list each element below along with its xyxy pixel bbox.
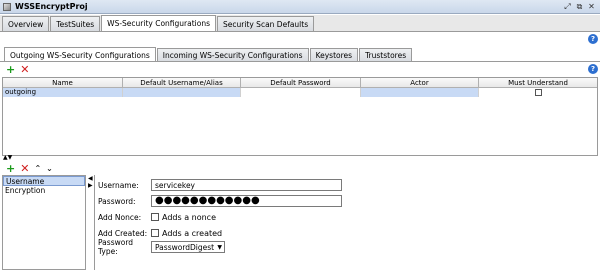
remove-entry-icon[interactable]: ✕ <box>20 163 29 174</box>
add-created-checkbox[interactable] <box>151 229 159 237</box>
tab-ws-security-configurations[interactable]: WS-Security Configurations <box>101 15 216 31</box>
outgoing-toolbar: + ✕ <box>6 63 29 75</box>
collapse-left-icon[interactable]: ◀ <box>88 175 93 182</box>
sub-tab-bar: Outgoing WS-Security Configurations Inco… <box>4 47 413 62</box>
add-nonce-checkbox[interactable] <box>151 213 159 221</box>
chevron-down-icon[interactable]: ▼ <box>217 242 222 253</box>
detach-icon[interactable]: ⧉ <box>575 2 584 11</box>
list-item-username[interactable]: Username <box>3 176 85 186</box>
outgoing-config-table: Name Default Username/Alias Default Pass… <box>2 77 598 156</box>
column-header-name[interactable]: Name <box>3 78 123 87</box>
main-tab-bar: Overview TestSuites WS-Security Configur… <box>0 15 600 32</box>
splitter-arrows-icon[interactable]: ▲▼ <box>3 155 12 161</box>
help-icon[interactable]: ? <box>588 34 598 44</box>
cell-actor[interactable] <box>361 88 479 97</box>
tab-outgoing-ws-security[interactable]: Outgoing WS-Security Configurations <box>4 47 156 62</box>
table-header: Name Default Username/Alias Default Pass… <box>3 78 597 88</box>
add-created-text[interactable]: Adds a created <box>162 229 222 238</box>
username-row: Username: servicekey <box>98 179 342 191</box>
move-down-icon[interactable]: ⌄ <box>46 163 53 174</box>
add-created-label: Add Created: <box>98 228 148 238</box>
add-nonce-text[interactable]: Adds a nonce <box>162 213 216 222</box>
cell-username[interactable] <box>123 88 241 97</box>
window-controls: ⤢ ⧉ ✕ <box>563 2 596 11</box>
project-icon <box>3 2 11 11</box>
tab-truststores[interactable]: Truststores <box>359 48 413 62</box>
vertical-splitter[interactable]: ◀ ▶ <box>88 175 93 270</box>
restore-icon[interactable]: ⤢ <box>563 2 572 11</box>
remove-outgoing-icon[interactable]: ✕ <box>20 64 29 75</box>
panel-divider <box>0 61 600 62</box>
column-header-must-understand[interactable]: Must Understand <box>479 78 597 87</box>
entry-form: Username: servicekey Password: ●●●●●●●●●… <box>94 175 600 270</box>
password-row: Password: ●●●●●●●●●●●● <box>98 195 342 207</box>
password-label: Password: <box>98 196 136 206</box>
window-titlebar: WSSEncryptProj ⤢ ⧉ ✕ <box>0 0 600 14</box>
horizontal-splitter[interactable]: ▲▼ <box>0 155 600 161</box>
must-understand-checkbox[interactable] <box>534 89 542 96</box>
tab-overview[interactable]: Overview <box>2 16 50 31</box>
tab-testsuites[interactable]: TestSuites <box>50 16 101 31</box>
password-type-label: Password Type: <box>98 238 134 256</box>
column-header-username[interactable]: Default Username/Alias <box>123 78 241 87</box>
entries-list: Username Encryption <box>2 175 86 270</box>
tab-security-scan-defaults[interactable]: Security Scan Defaults <box>217 16 315 31</box>
add-nonce-label: Add Nonce: <box>98 212 142 222</box>
tab-keystores[interactable]: Keystores <box>309 48 359 62</box>
tab-incoming-ws-security[interactable]: Incoming WS-Security Configurations <box>156 48 309 62</box>
close-icon[interactable]: ✕ <box>587 2 596 11</box>
table-row[interactable]: outgoing <box>3 88 597 97</box>
password-field[interactable]: ●●●●●●●●●●●● <box>151 195 342 207</box>
username-field[interactable]: servicekey <box>151 179 342 191</box>
add-entry-icon[interactable]: + <box>6 163 15 174</box>
help-icon[interactable]: ? <box>588 64 598 74</box>
password-type-value: PasswordDigest <box>155 242 215 252</box>
username-label: Username: <box>98 180 139 190</box>
password-type-select[interactable]: PasswordDigest ▼ <box>151 241 225 253</box>
cell-name[interactable]: outgoing <box>3 88 123 97</box>
list-item-encryption[interactable]: Encryption <box>3 186 85 196</box>
move-up-icon[interactable]: ⌃ <box>34 163 41 174</box>
add-outgoing-icon[interactable]: + <box>6 64 15 75</box>
cell-password[interactable] <box>241 88 361 97</box>
column-header-password[interactable]: Default Password <box>241 78 361 87</box>
column-header-actor[interactable]: Actor <box>361 78 479 87</box>
password-type-row: Password Type: PasswordDigest ▼ <box>98 238 225 256</box>
entry-toolbar: + ✕ ⌃ ⌄ <box>6 162 53 174</box>
window-title: WSSEncryptProj <box>15 2 88 11</box>
expand-right-icon[interactable]: ▶ <box>88 182 93 189</box>
cell-must-understand <box>479 88 597 97</box>
add-nonce-row: Add Nonce: Adds a nonce <box>98 211 216 223</box>
